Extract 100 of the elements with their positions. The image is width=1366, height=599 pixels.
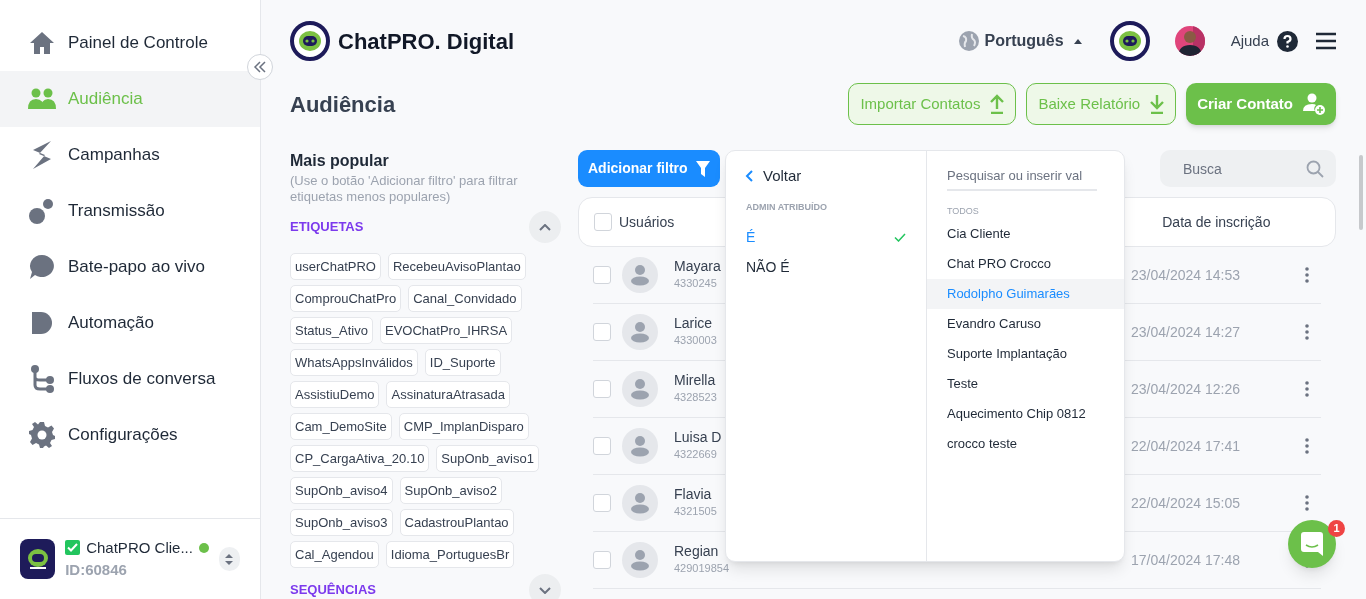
contact-id: 4330003 (674, 333, 717, 348)
home-icon (29, 31, 55, 55)
contact-name: Mayara (674, 258, 721, 275)
avatar-icon (622, 428, 658, 464)
tag-chip[interactable]: AssinaturaAtrasada (386, 381, 510, 408)
account-name: ChatPRO Clie... (86, 537, 193, 558)
chevron-left-icon (745, 170, 753, 182)
tag-chip[interactable]: Status_Ativo (290, 317, 373, 344)
more-button[interactable] (1305, 324, 1309, 340)
more-button[interactable] (1305, 267, 1309, 283)
value-option[interactable]: Evandro Caruso (927, 308, 1124, 339)
nav-item[interactable]: Fluxos de conversa (0, 351, 260, 407)
value-option[interactable]: Chat PRO Crocco (927, 248, 1124, 279)
menu-button[interactable] (1316, 32, 1336, 50)
switch-account-button[interactable] (218, 547, 240, 571)
group-label: ADMIN ATRIBUÍDO (745, 201, 828, 214)
nav-item[interactable]: Painel de Controle (0, 15, 260, 71)
checkbox[interactable] (593, 437, 611, 455)
date-cell-text: 23/04/2024 14:53 (1131, 265, 1240, 285)
tag-chip[interactable]: SupOnb_aviso2 (399, 477, 503, 504)
value-search-field[interactable]: Pesquisar ou inserir val (947, 161, 1097, 191)
nav-item[interactable]: Transmissão (0, 183, 260, 239)
avatar-icon (622, 485, 658, 521)
avatar-icon (622, 542, 658, 578)
contact-name: Flavia (674, 486, 712, 503)
filter-icon (695, 160, 710, 177)
avatar-icon (622, 257, 658, 293)
contact-id: 429019854 (674, 561, 730, 576)
account-id: ID:60846 (65, 560, 128, 580)
date-cell-text: 23/04/2024 14:27 (1131, 322, 1240, 342)
tag-chip[interactable]: Cam_DemoSite (290, 413, 392, 440)
tag-chip[interactable]: Cal_Agendou (290, 541, 379, 568)
checkbox[interactable] (593, 323, 611, 341)
operator-option[interactable]: NÃO É (726, 252, 926, 283)
checkbox[interactable] (593, 551, 611, 569)
value-option[interactable]: Suporte Implantação (927, 338, 1124, 369)
value-option[interactable]: Teste (927, 368, 1124, 399)
checkbox[interactable] (593, 494, 611, 512)
avatar-icon (622, 314, 658, 350)
tag-chip[interactable]: RecebeuAvisoPlantao (387, 253, 526, 280)
column-header: Usuários (619, 212, 675, 232)
more-button[interactable] (1305, 438, 1309, 454)
tag-chip[interactable]: CMP_ImplanDisparo (398, 413, 529, 440)
value-option[interactable]: Aquecimento Chip 0812 (927, 398, 1124, 429)
more-button[interactable] (1305, 495, 1309, 511)
chat-launcher-button[interactable] (1288, 520, 1336, 568)
chat-icon (1301, 532, 1323, 556)
date-cell-text: 22/04/2024 15:05 (1131, 493, 1240, 513)
nav-item[interactable]: Campanhas (0, 127, 260, 183)
value-option[interactable]: crocco teste (927, 428, 1124, 459)
value-option[interactable]: Cia Cliente (927, 218, 1124, 249)
checkbox[interactable] (594, 213, 612, 231)
checkbox[interactable] (593, 380, 611, 398)
menu-icon (1316, 32, 1336, 50)
nav-item[interactable]: Automação (0, 295, 260, 351)
globe-icon (958, 31, 979, 51)
contact-name: Luisa D (674, 429, 722, 446)
tag-chip[interactable]: WhatsAppsInválidos (290, 349, 418, 376)
robot-logo-icon (1109, 21, 1150, 61)
more-button[interactable] (1305, 381, 1309, 397)
toggle-button[interactable] (529, 211, 561, 243)
tag-chip[interactable]: AssistiuDemo (290, 381, 380, 408)
flag-icon (29, 310, 55, 336)
tag-chip[interactable]: CadastrouPlantao (399, 509, 514, 536)
tag-chip[interactable]: EVOChatPro_IHRSA (380, 317, 513, 344)
checkbox[interactable] (593, 266, 611, 284)
add-user-icon (1303, 93, 1325, 115)
tag-chip[interactable]: SupOnb_aviso1 (436, 445, 539, 472)
language-selector[interactable]: Português (958, 29, 1082, 53)
group-label: TODOS (946, 205, 980, 218)
contact-id: 4330245 (674, 276, 717, 291)
tag-chip[interactable]: Idioma_PortuguesBr (385, 541, 515, 568)
tag-chip[interactable]: SupOnb_aviso4 (290, 477, 393, 504)
search-icon (1306, 160, 1324, 178)
help-link[interactable]: Ajuda (1230, 29, 1298, 53)
tag-chip[interactable]: Canal_Convidado (408, 285, 522, 312)
chevron-down-icon (539, 586, 551, 594)
toggle-button[interactable] (529, 574, 561, 599)
caret-icon (1073, 38, 1082, 44)
collapse-button[interactable] (247, 54, 273, 80)
tag-chip[interactable]: ComprouChatPro (290, 285, 402, 312)
download-icon (1150, 94, 1165, 114)
brand-name: ChatPRO. Digital (338, 27, 514, 56)
contact-id: 4328523 (674, 390, 717, 405)
upload-icon (990, 94, 1005, 114)
sort-icon (225, 553, 234, 565)
search-field[interactable]: Busca (1160, 150, 1336, 187)
group-label: SEQUÊNCIAS (290, 581, 376, 599)
tag-chip[interactable]: ID_Suporte (424, 349, 501, 376)
kebab-icon (1305, 324, 1309, 340)
tag-chip[interactable]: SupOnb_aviso3 (290, 509, 393, 536)
nav-item[interactable]: Bate-papo ao vivo (0, 239, 260, 295)
tag-chip[interactable]: userChatPRO (290, 253, 381, 280)
back-button[interactable]: Voltar (726, 165, 802, 187)
section-heading: Mais popular (290, 151, 390, 171)
tag-chip[interactable]: CP_CargaAtiva_20.10 (290, 445, 430, 472)
scrollbar[interactable] (1359, 155, 1363, 230)
nav-item[interactable]: Configurações (0, 407, 260, 463)
chevron-up-icon (539, 223, 551, 231)
contact-name: Mirella (674, 372, 716, 389)
